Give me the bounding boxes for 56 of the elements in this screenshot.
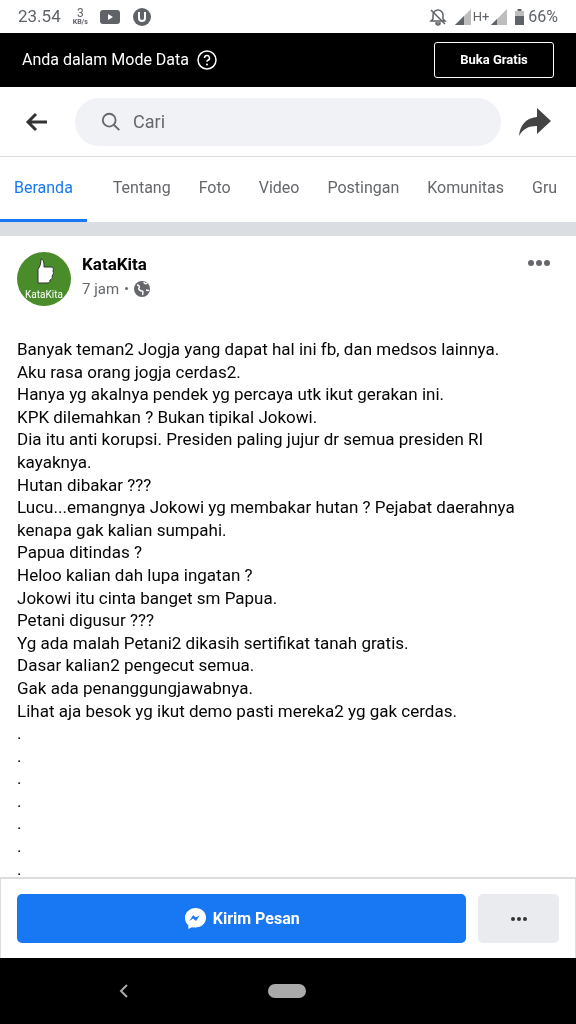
page-tab[interactable]: Komunitas bbox=[425, 157, 506, 222]
post-text-line: . bbox=[17, 722, 23, 745]
banner-text: Anda dalam Mode Data bbox=[22, 49, 189, 71]
post-text-line: . bbox=[17, 857, 23, 877]
bell-off-icon bbox=[428, 7, 447, 26]
page-tab[interactable]: Video bbox=[256, 157, 302, 222]
avatar-text: KataKita bbox=[25, 290, 63, 300]
search-icon bbox=[101, 110, 122, 133]
post-text-line: Lucu...emangnya Jokowi yg membakar hutan ? Pejabat daerahnya kenapa gak kalian sumpahi. bbox=[17, 496, 516, 542]
post-text-line: Gak ada penanggungjawabnya. bbox=[17, 676, 254, 700]
post-text-line: Banyak teman2 Jogja yang dapat hal ini fb, dan medsos lainnya. bbox=[17, 338, 501, 361]
post-text-line: Petani digusur ??? bbox=[17, 609, 156, 632]
search-input[interactable]: Cari bbox=[133, 108, 475, 135]
video-play-icon bbox=[99, 9, 120, 24]
post-text-line: . bbox=[17, 812, 23, 836]
post-text-line: . bbox=[17, 767, 23, 790]
page-tab[interactable]: Postingan bbox=[325, 157, 402, 222]
more-icon bbox=[510, 916, 527, 921]
author-name[interactable]: KataKita bbox=[82, 252, 151, 278]
page-tab[interactable]: Foto bbox=[196, 157, 233, 222]
back-nav-icon[interactable] bbox=[119, 983, 129, 999]
post-text-line: . bbox=[17, 744, 23, 768]
page-tab[interactable]: Tentang bbox=[110, 157, 173, 222]
globe-icon bbox=[134, 280, 151, 297]
help-icon[interactable] bbox=[197, 50, 217, 70]
more-options-icon[interactable] bbox=[528, 260, 550, 266]
page-tab[interactable]: Gru bbox=[530, 157, 560, 222]
post-text-line: Yg ada malah Petani2 dikasih sertifikat tanah gratis. bbox=[17, 631, 410, 655]
back-arrow-icon[interactable] bbox=[25, 111, 49, 132]
network-type: H+ bbox=[472, 7, 490, 26]
messenger-icon bbox=[183, 907, 207, 930]
signal-icon bbox=[491, 8, 508, 25]
battery-icon bbox=[515, 8, 525, 25]
share-arrow-icon[interactable] bbox=[519, 107, 551, 136]
page-avatar[interactable]: KataKita bbox=[17, 252, 71, 306]
post-text-line: Aku rasa orang jogja cerdas2. bbox=[17, 360, 242, 384]
post-text-line: Hanya yg akalnya pendek yg percaya utk ikut gerakan ini. bbox=[17, 383, 446, 406]
post-time: 7 jam bbox=[82, 278, 120, 300]
send-message-button[interactable]: Kirim Pesan bbox=[17, 894, 467, 943]
free-button[interactable]: Buka Gratis bbox=[434, 42, 554, 78]
post-text-line: Heloo kalian dah lupa ingatan ? bbox=[17, 563, 254, 587]
battery-percent: 66% bbox=[528, 5, 558, 28]
post-text-line: Lihat aja besok yg ikut demo pasti mereka2 yg gak cerdas. bbox=[17, 699, 458, 723]
post-text-line: Hutan dibakar ??? bbox=[17, 473, 153, 497]
status-time: 23.54 bbox=[18, 4, 61, 28]
post-text-line: . bbox=[17, 789, 23, 813]
post-text-line: Papua ditindas ? bbox=[17, 541, 143, 564]
post-text-line: Dia itu anti korupsi. Presiden paling jujur dr semua presiden RI kayaknya. bbox=[17, 428, 485, 474]
search-bar[interactable]: Cari bbox=[75, 97, 501, 146]
post-text-line: Dasar kalian2 pengecut semua. bbox=[17, 654, 256, 677]
speed-value: 3 bbox=[76, 7, 84, 19]
post-text-line: . bbox=[17, 835, 23, 858]
post-text-line: KPK dilemahkan ? Bukan tipikal Jokowi. bbox=[17, 405, 319, 429]
post-text-line: Jokowi itu cinta banget sm Papua. bbox=[17, 586, 279, 610]
home-pill[interactable] bbox=[268, 984, 306, 998]
signal-icon bbox=[454, 8, 471, 25]
